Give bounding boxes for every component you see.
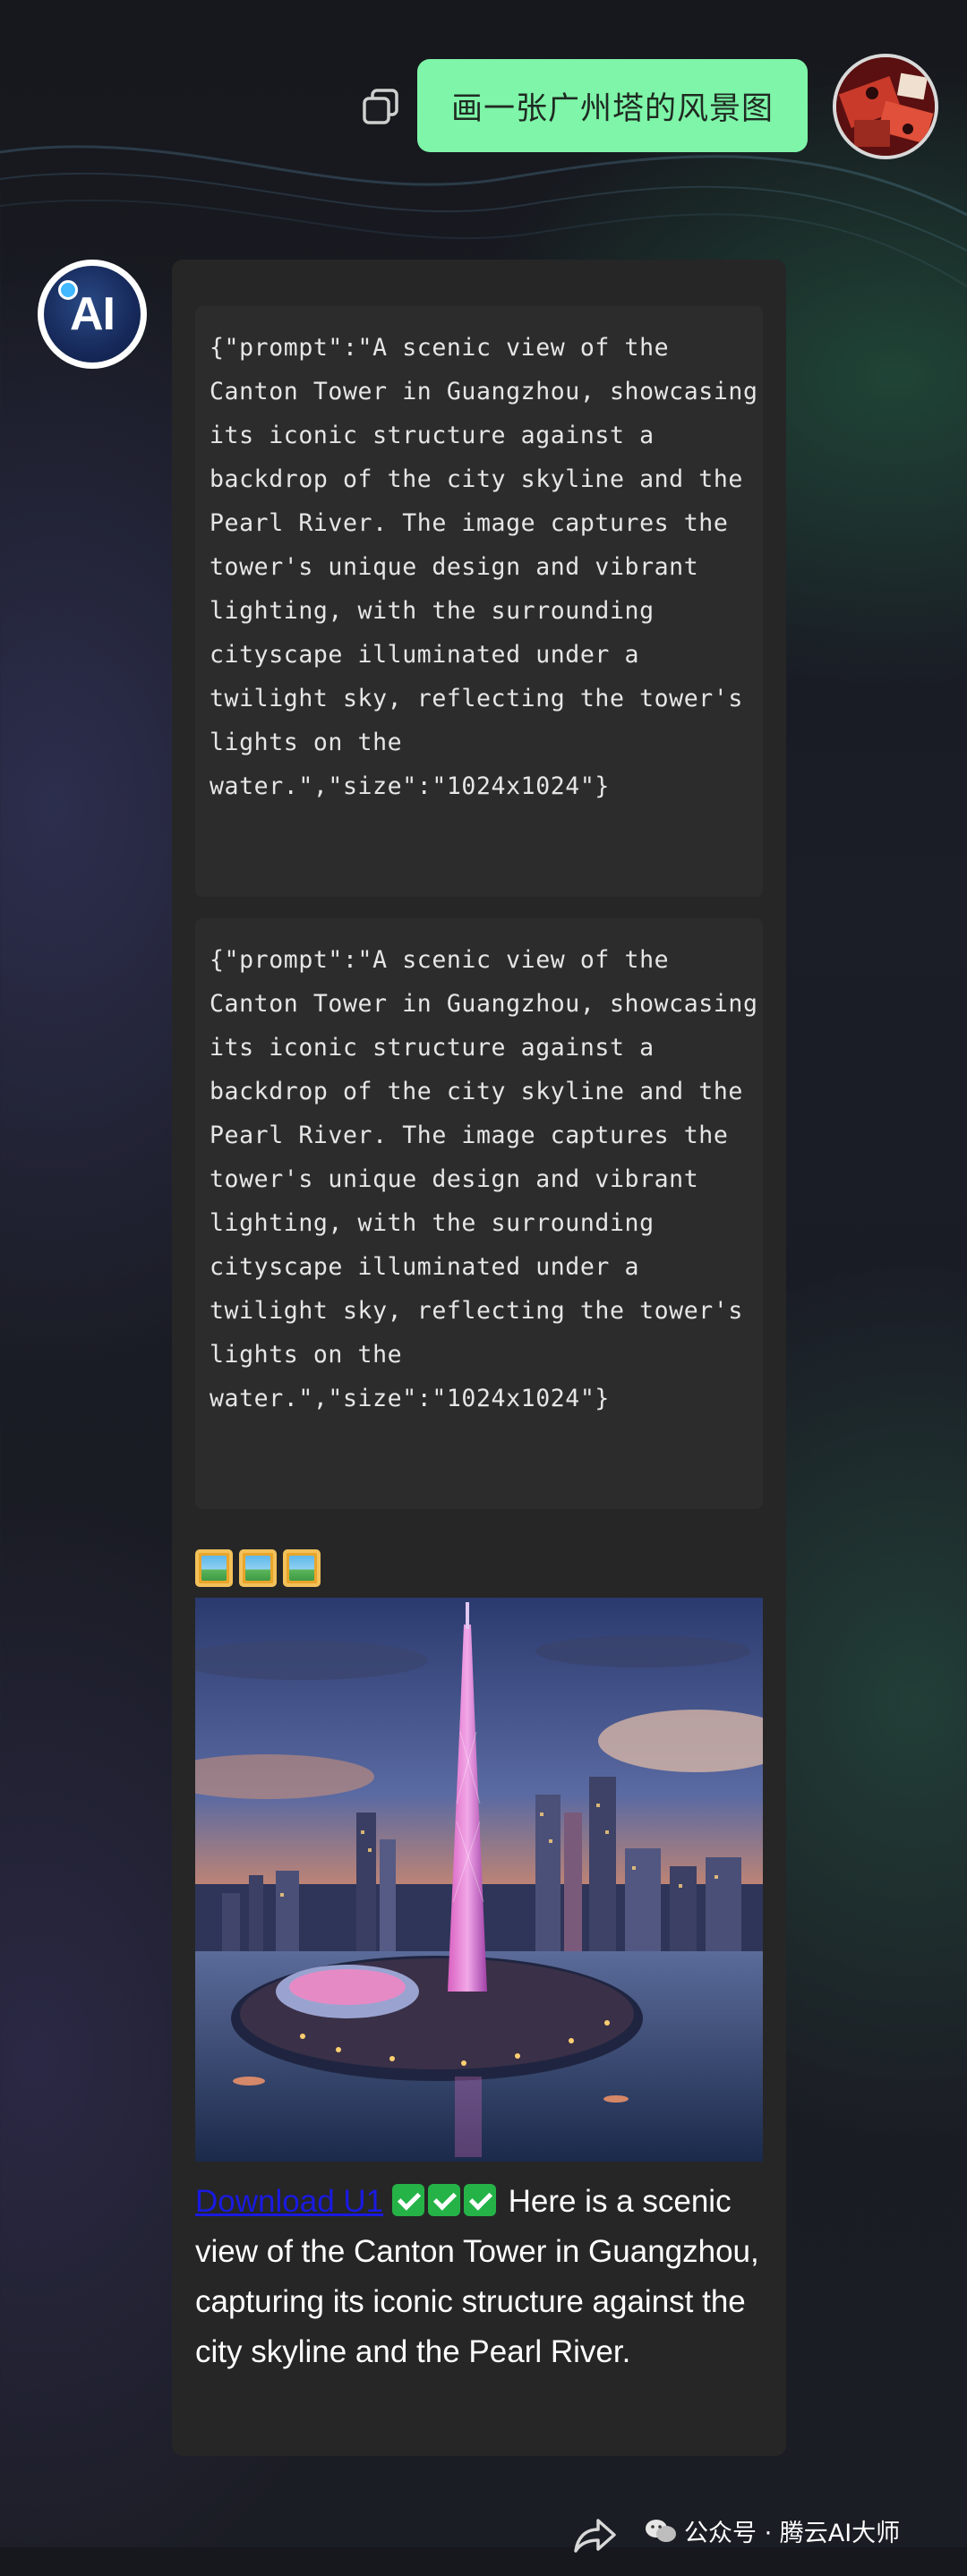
message-action-bar: 公众号 · 腾云AI大师 <box>573 2519 949 2576</box>
wechat-icon <box>646 2519 676 2542</box>
download-link[interactable]: Download U1 <box>195 2184 383 2219</box>
avatar-image <box>836 57 935 156</box>
user-message-text: 画一张广州塔的风景图 <box>450 90 774 127</box>
framed-picture-icon <box>195 1549 233 1587</box>
copy-message-button[interactable] <box>360 86 401 127</box>
user-message-bubble: 画一张广州塔的风景图 <box>417 59 808 152</box>
check-mark-icon <box>391 2184 424 2216</box>
watermark-text: 公众号 · 腾云AI大师 <box>684 2520 901 2547</box>
user-avatar[interactable] <box>833 54 938 159</box>
canton-tower-scene <box>195 1598 763 2162</box>
check-mark-icon <box>427 2184 460 2216</box>
tool-call-code-block: {"prompt":"A scenic view of the Canton T… <box>195 306 763 897</box>
tool-call-code-block: {"prompt":"A scenic view of the Canton T… <box>195 918 763 1509</box>
check-mark-icon <box>463 2184 496 2216</box>
avatar-dot <box>58 280 78 300</box>
image-emoji-row <box>195 1549 321 1591</box>
generated-image[interactable] <box>195 1598 763 2162</box>
framed-picture-icon <box>283 1549 321 1587</box>
copy-icon <box>363 89 398 124</box>
framed-picture-icon <box>239 1549 277 1587</box>
share-icon[interactable] <box>573 2515 618 2555</box>
assistant-avatar: AI <box>38 260 147 369</box>
watermark: 公众号 · 腾云AI大师 <box>645 2513 900 2548</box>
assistant-avatar-label: AI <box>70 288 116 340</box>
assistant-reply: Download U1 Here is a scenic view of the… <box>195 2177 768 2377</box>
assistant-avatar-badge: AI <box>44 266 141 363</box>
